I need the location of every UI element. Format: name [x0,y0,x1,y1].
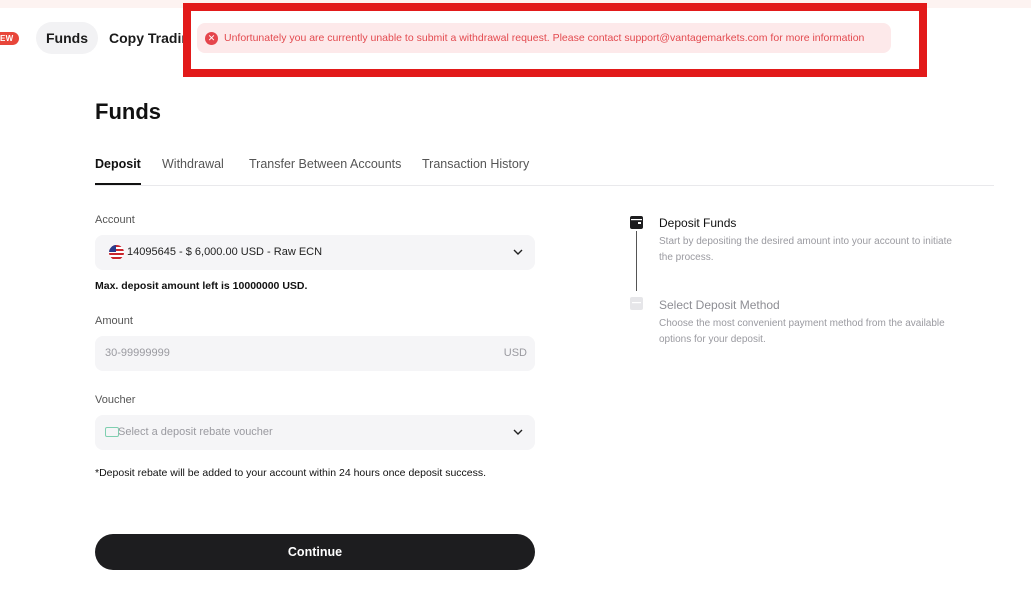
max-deposit-note: Max. deposit amount left is 10000000 USD… [95,280,308,292]
wallet-icon [630,216,643,229]
voucher-icon [105,427,119,437]
chevron-down-icon [511,245,525,259]
card-icon [630,297,643,310]
rebate-note: *Deposit rebate will be added to your ac… [95,467,487,479]
voucher-label: Voucher [95,394,136,406]
tab-transaction-history[interactable]: Transaction History [422,157,529,185]
new-badge: EW [0,32,19,45]
tab-transfer-between-accounts[interactable]: Transfer Between Accounts [249,157,401,185]
amount-unit: USD [503,347,527,359]
account-value: 14095645 - $ 6,000.00 USD - Raw ECN [127,246,323,258]
step-title-select-deposit-method: Select Deposit Method [659,298,780,312]
us-flag-icon [109,245,124,260]
account-label: Account [95,214,135,226]
step-connector [636,231,637,291]
voucher-placeholder: Select a deposit rebate voucher [118,426,273,438]
tab-withdrawal[interactable]: Withdrawal [162,157,224,185]
alert-message: Unfortunately you are currently unable t… [224,32,865,44]
close-circle-icon: ✕ [205,31,218,45]
alert-highlight-frame: ✕ Unfortunately you are currently unable… [183,3,927,77]
step-desc-select-deposit-method: Choose the most convenient payment metho… [659,318,945,345]
step-title-deposit-funds: Deposit Funds [659,216,737,230]
account-select[interactable]: 14095645 - $ 6,000.00 USD - Raw ECN [95,235,535,270]
funds-tabs: Deposit Withdrawal Transfer Between Acco… [95,157,994,186]
tab-deposit[interactable]: Deposit [95,157,141,185]
continue-button[interactable]: Continue [95,534,535,570]
voucher-select[interactable]: Select a deposit rebate voucher [95,415,535,450]
chevron-down-icon [511,425,525,439]
amount-placeholder: 30-99999999 [105,347,170,359]
nav-copy-trading[interactable]: Copy Trading [109,22,189,54]
nav-funds[interactable]: Funds [36,22,98,54]
step-desc-deposit-funds: Start by depositing the desired amount i… [659,236,952,263]
amount-input[interactable]: 30-99999999 USD [95,336,535,371]
error-alert: ✕ Unfortunately you are currently unable… [197,23,891,53]
page-title: Funds [95,99,161,124]
amount-label: Amount [95,315,133,327]
